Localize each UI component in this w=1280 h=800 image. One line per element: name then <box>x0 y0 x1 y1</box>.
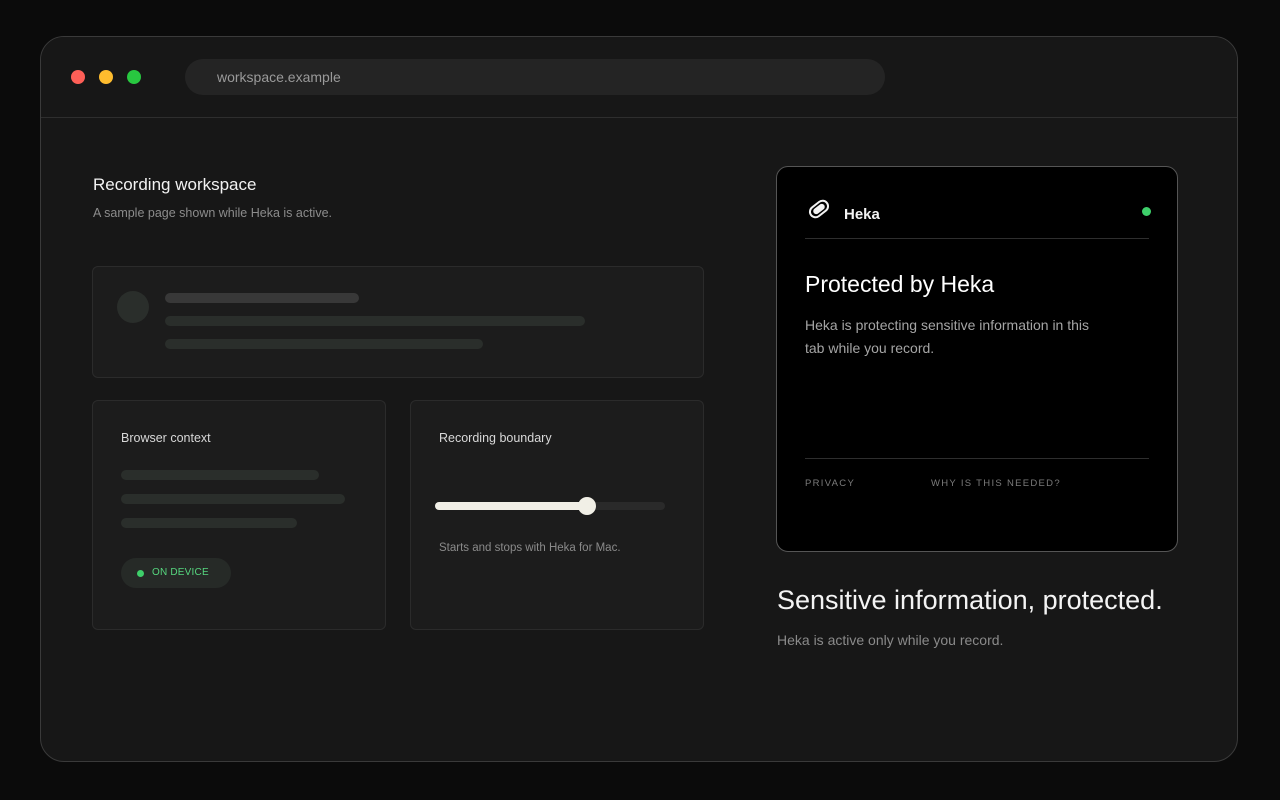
hero-headline: Sensitive information, protected. <box>777 585 1163 615</box>
heka-protection-panel: Heka Protected by Heka Heka is protectin… <box>776 166 1178 552</box>
browser-titlebar: workspace.example <box>41 37 1237 118</box>
panel-description: Heka is protecting sensitive information… <box>805 317 1090 356</box>
skeleton-line <box>165 316 585 326</box>
why-needed-link[interactable]: WHY IS THIS NEEDED? <box>931 478 1061 489</box>
maximize-window-button[interactable] <box>127 70 141 84</box>
panel-divider <box>805 458 1149 459</box>
skeleton-line <box>121 470 319 480</box>
skeleton-line <box>165 293 359 303</box>
status-dot-icon <box>137 570 144 577</box>
placeholder-content-card <box>92 266 704 378</box>
address-bar[interactable]: workspace.example <box>185 59 885 95</box>
slider-fill <box>435 502 587 510</box>
page-title: Recording workspace <box>93 175 257 194</box>
active-status-icon <box>1142 207 1151 216</box>
browser-context-title: Browser context <box>121 431 211 445</box>
slider-thumb[interactable] <box>577 497 596 515</box>
privacy-link[interactable]: PRIVACY <box>805 478 855 489</box>
page-subtitle: A sample page shown while Heka is active… <box>93 206 333 220</box>
recording-boundary-title: Recording boundary <box>439 431 552 445</box>
recording-boundary-caption: Starts and stops with Heka for Mac. <box>439 542 621 554</box>
recording-boundary-card: Recording boundary Starts and stops with… <box>410 400 704 630</box>
on-device-badge: ON DEVICE <box>121 558 231 588</box>
browser-context-card: Browser context ON DEVICE <box>92 400 386 630</box>
skeleton-line <box>165 339 483 349</box>
skeleton-line <box>121 518 297 528</box>
on-device-badge-label: ON DEVICE <box>152 567 209 578</box>
skeleton-line <box>121 494 345 504</box>
browser-window: workspace.example Recording workspace A … <box>40 36 1238 762</box>
panel-heading: Protected by Heka <box>805 271 995 297</box>
hero-subline: Heka is active only while you record. <box>777 632 1004 648</box>
close-window-button[interactable] <box>71 70 85 84</box>
minimize-window-button[interactable] <box>99 70 113 84</box>
recording-boundary-slider[interactable] <box>435 497 665 515</box>
avatar-placeholder <box>117 291 149 323</box>
heka-logo-icon <box>807 197 831 226</box>
heka-brand-name: Heka <box>844 206 880 223</box>
panel-divider <box>805 238 1149 239</box>
